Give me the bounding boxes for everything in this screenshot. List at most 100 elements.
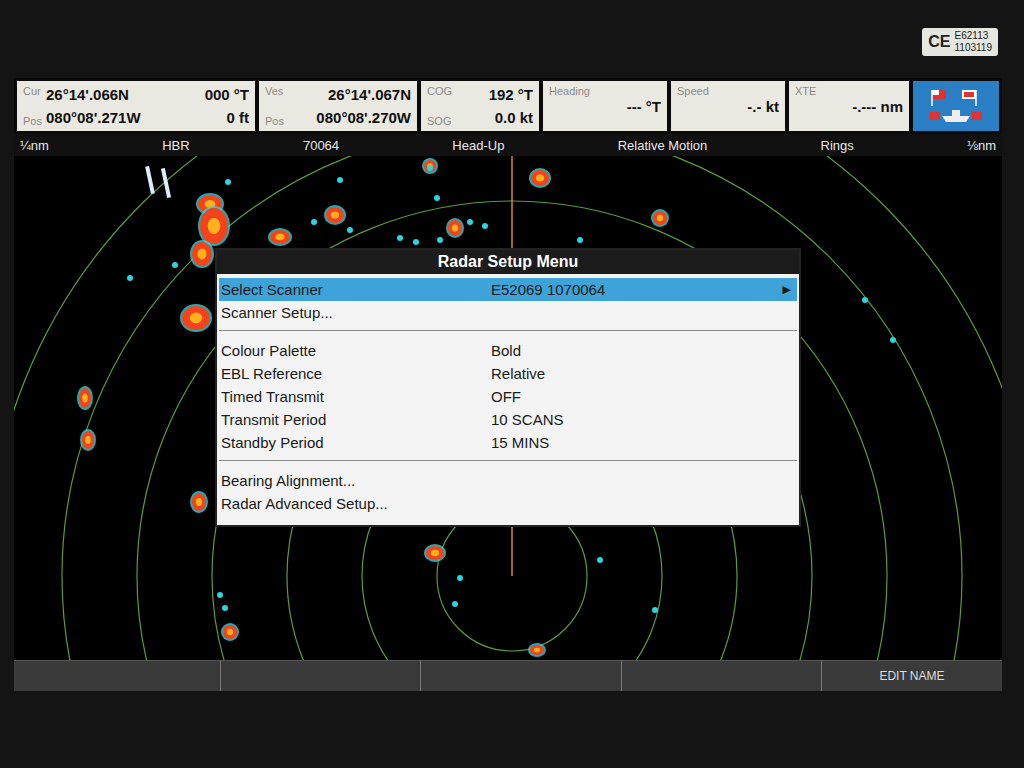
ce-mark: CE bbox=[928, 33, 950, 51]
menu-row[interactable]: Transmit Period10 SCANS bbox=[219, 408, 797, 431]
status-item: 70064 bbox=[303, 138, 339, 153]
status-item: Relative Motion bbox=[618, 138, 708, 153]
menu-label: Timed Transmit bbox=[221, 388, 491, 405]
status-item: Rings bbox=[821, 138, 854, 153]
cell-value: 0.0 kt bbox=[495, 109, 533, 126]
radar-echo bbox=[651, 209, 669, 227]
status-item: ⅛nm bbox=[967, 138, 996, 153]
cell-label: Pos bbox=[23, 115, 42, 127]
cell-label: SOG bbox=[427, 115, 452, 127]
cell-value: 0 ft bbox=[227, 109, 250, 126]
radar-dot bbox=[437, 237, 443, 243]
radar-dot bbox=[597, 557, 603, 563]
range-ring bbox=[62, 156, 962, 660]
radar-dot bbox=[337, 177, 343, 183]
data-cell: COGSOG192 °T0.0 kt bbox=[421, 81, 539, 131]
radar-view[interactable]: Radar Setup MenuSelect ScannerE52069 107… bbox=[14, 156, 1002, 660]
menu-row[interactable]: Colour PaletteBold bbox=[219, 339, 797, 362]
status-item: Head-Up bbox=[452, 138, 504, 153]
cell-label: Heading bbox=[549, 85, 590, 97]
softkey[interactable] bbox=[220, 661, 420, 691]
radar-echo bbox=[190, 491, 208, 513]
radar-dot bbox=[467, 219, 473, 225]
softkey[interactable] bbox=[14, 661, 220, 691]
radar-dot bbox=[862, 297, 868, 303]
menu-row[interactable]: Bearing Alignment... bbox=[219, 469, 797, 492]
cell-label: COG bbox=[427, 85, 452, 97]
bezel-top: CEE621131103119 bbox=[0, 0, 1024, 78]
radar-echo bbox=[422, 158, 438, 174]
softkey[interactable]: EDIT NAME bbox=[821, 661, 1002, 691]
softkey[interactable] bbox=[621, 661, 821, 691]
menu-value: OFF bbox=[491, 388, 791, 405]
cell-value: --- °T bbox=[627, 98, 661, 115]
menu-label: Colour Palette bbox=[221, 342, 491, 359]
cell-label: Cur bbox=[23, 85, 42, 97]
screen: CurPos26°14'.066N000 °T080°08'.271W0 ftV… bbox=[14, 78, 1002, 691]
radar-dot bbox=[452, 601, 458, 607]
range-ring bbox=[14, 156, 1002, 660]
menu-row[interactable]: Radar Advanced Setup... bbox=[219, 492, 797, 515]
cell-value: -.- kt bbox=[747, 98, 779, 115]
boat-flags-icon bbox=[924, 86, 988, 126]
menu-label: Scanner Setup... bbox=[221, 304, 491, 321]
radar-dot bbox=[225, 179, 231, 185]
menu-row[interactable]: Timed TransmitOFF bbox=[219, 385, 797, 408]
cell-value: 26°14'.067N bbox=[328, 86, 411, 103]
menu-group: Bearing Alignment... Radar Advanced Setup… bbox=[219, 460, 797, 521]
radar-dot bbox=[217, 592, 223, 598]
menu-value: 10 SCANS bbox=[491, 411, 791, 428]
cell-value: -.--- nm bbox=[852, 98, 903, 115]
menu-value: 15 MINS bbox=[491, 434, 791, 451]
softkey[interactable] bbox=[420, 661, 620, 691]
radar-echo bbox=[446, 218, 464, 238]
serial-sticker: CEE621131103119 bbox=[922, 28, 998, 56]
radar-dot bbox=[652, 607, 658, 613]
data-bar: CurPos26°14'.066N000 °T080°08'.271W0 ftV… bbox=[14, 78, 1002, 134]
radar-setup-menu: Radar Setup MenuSelect ScannerE52069 107… bbox=[215, 248, 801, 527]
radar-dot bbox=[397, 235, 403, 241]
radar-dot bbox=[311, 219, 317, 225]
radar-dot bbox=[427, 165, 433, 171]
radar-streak bbox=[145, 166, 155, 194]
submenu-arrow-icon: ▶ bbox=[783, 283, 791, 296]
menu-value: E52069 1070064 bbox=[491, 281, 783, 298]
menu-row[interactable]: Scanner Setup... bbox=[219, 301, 797, 324]
radar-dot bbox=[127, 275, 133, 281]
radar-echo bbox=[180, 304, 212, 332]
radar-dot bbox=[172, 262, 178, 268]
status-bar: ¼nmHBR70064Head-UpRelative MotionRings⅛n… bbox=[14, 134, 1002, 156]
cell-label: Speed bbox=[677, 85, 709, 97]
menu-label: Select Scanner bbox=[221, 281, 491, 298]
cell-label: XTE bbox=[795, 85, 816, 97]
radar-streak bbox=[161, 168, 171, 198]
data-cell: CurPos26°14'.066N000 °T080°08'.271W0 ft bbox=[17, 81, 255, 131]
radar-dot bbox=[457, 575, 463, 581]
radar-dot bbox=[434, 195, 440, 201]
radar-echo bbox=[198, 206, 230, 246]
menu-row[interactable]: EBL ReferenceRelative bbox=[219, 362, 797, 385]
cell-value: 080°08'.270W bbox=[316, 109, 411, 126]
status-item: ¼nm bbox=[20, 138, 49, 153]
cell-value: 080°08'.271W bbox=[46, 109, 141, 126]
menu-label: Bearing Alignment... bbox=[221, 472, 491, 489]
softkey-bar: EDIT NAME bbox=[14, 660, 1002, 691]
chart-button[interactable] bbox=[913, 81, 999, 131]
data-cell: Heading --- °T bbox=[543, 81, 667, 131]
menu-group: Select ScannerE52069 1070064▶ Scanner Set… bbox=[219, 276, 797, 330]
data-cell: Speed -.- kt bbox=[671, 81, 785, 131]
radar-echo bbox=[424, 544, 446, 562]
menu-value: Bold bbox=[491, 342, 791, 359]
serial-number: E62113 bbox=[955, 30, 992, 42]
data-cell: XTE -.--- nm bbox=[789, 81, 909, 131]
menu-group: Colour PaletteBoldEBL ReferenceRelativeT… bbox=[219, 330, 797, 460]
menu-value: Relative bbox=[491, 365, 791, 382]
radar-dot bbox=[413, 239, 419, 245]
cell-label: Pos bbox=[265, 115, 284, 127]
menu-row[interactable]: Standby Period15 MINS bbox=[219, 431, 797, 454]
range-ring bbox=[137, 201, 887, 660]
radar-echo bbox=[221, 623, 239, 641]
radar-display: CEE621131103119CurPos26°14'.066N000 °T08… bbox=[0, 0, 1024, 768]
radar-echo bbox=[324, 205, 346, 225]
menu-row[interactable]: Select ScannerE52069 1070064▶ bbox=[219, 278, 797, 301]
